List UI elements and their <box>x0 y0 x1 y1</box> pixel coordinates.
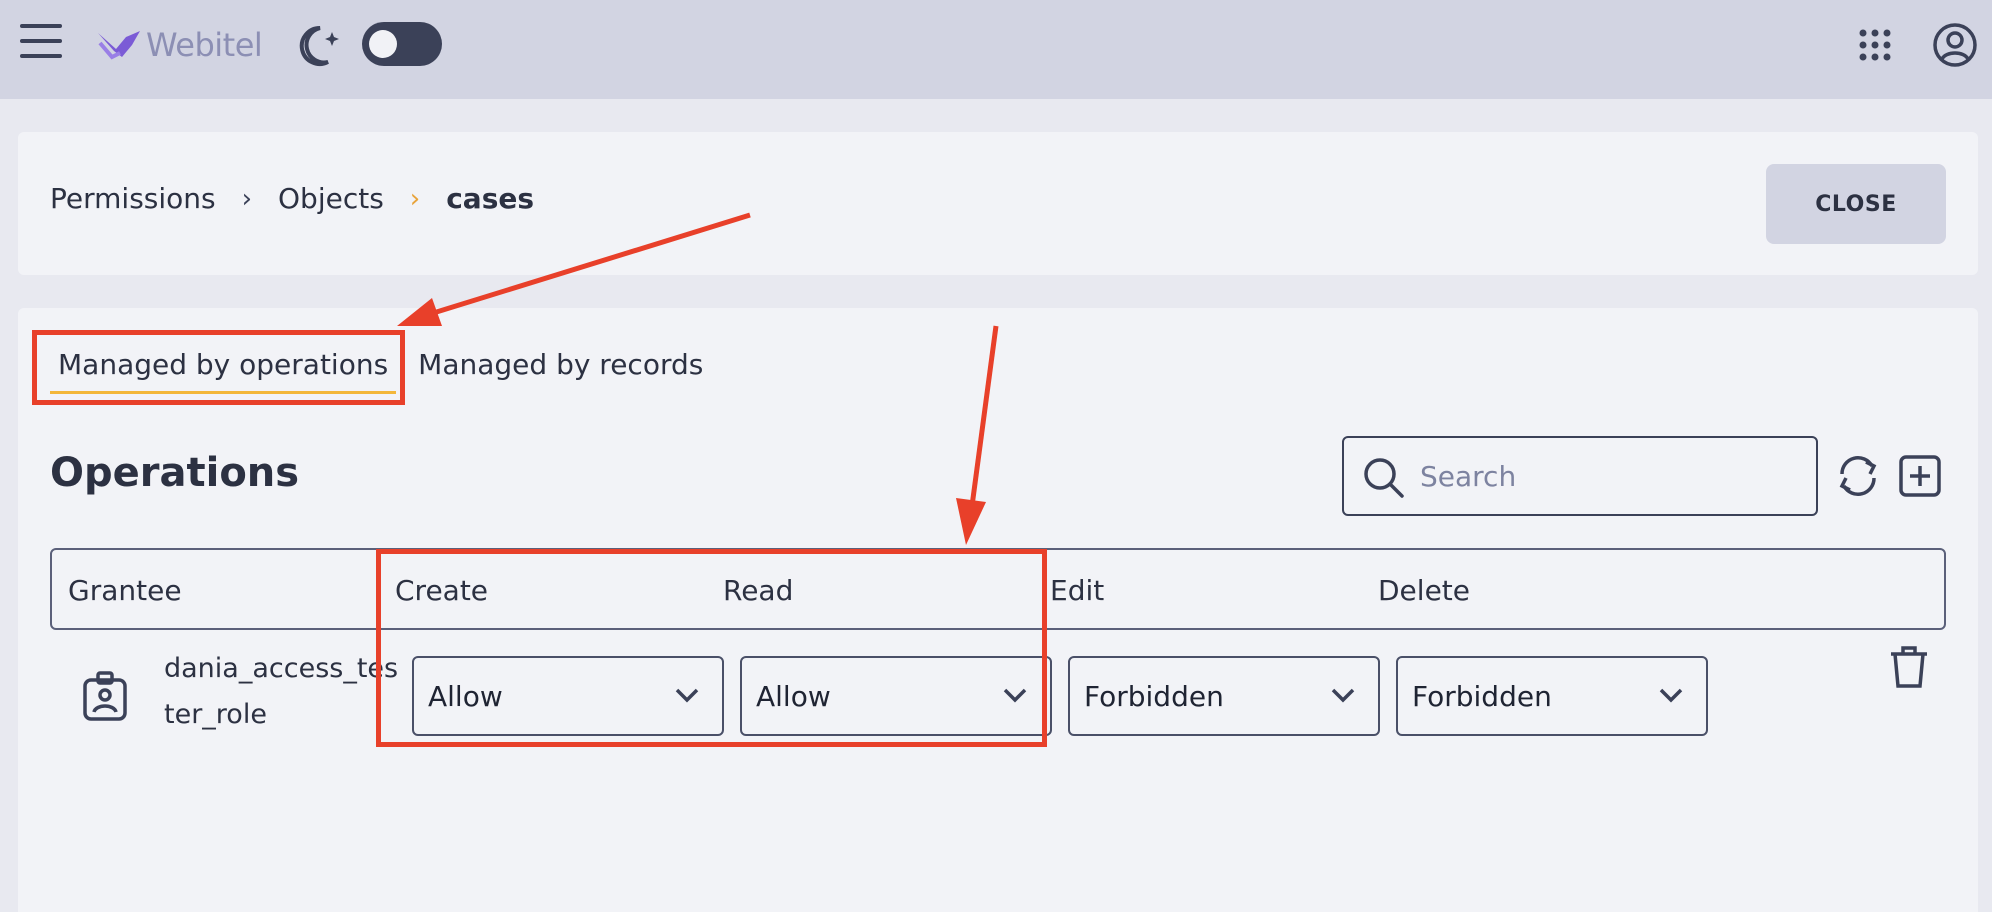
chevron-down-icon <box>1331 688 1355 703</box>
table-header: Grantee Create Read Edit Delete <box>50 548 1946 630</box>
delete-select[interactable]: Forbidden <box>1396 656 1708 736</box>
header-card: Permissions › Objects › cases CLOSE <box>18 132 1978 275</box>
table-row: dania_access_tester_role Allow Allow For… <box>50 642 1946 742</box>
breadcrumb-current: cases <box>446 182 535 215</box>
theme-toggle[interactable] <box>362 22 442 66</box>
edit-select[interactable]: Forbidden <box>1068 656 1380 736</box>
grantee-name: dania_access_tester_role <box>164 653 399 730</box>
column-grantee[interactable]: Grantee <box>68 574 182 607</box>
delete-select-value: Forbidden <box>1412 680 1552 713</box>
tabs: Managed by operations Managed by records <box>50 342 711 402</box>
add-icon[interactable] <box>1898 454 1942 498</box>
account-icon[interactable] <box>1932 22 1978 68</box>
tab-managed-by-operations[interactable]: Managed by operations <box>50 342 397 398</box>
create-select[interactable]: Allow <box>412 656 724 736</box>
breadcrumb-separator: › <box>241 183 253 214</box>
column-read[interactable]: Read <box>723 574 793 607</box>
breadcrumb-permissions[interactable]: Permissions <box>50 182 216 215</box>
column-edit[interactable]: Edit <box>1050 574 1104 607</box>
chevron-down-icon <box>1003 688 1027 703</box>
column-create[interactable]: Create <box>395 574 488 607</box>
column-delete[interactable]: Delete <box>1378 574 1470 607</box>
refresh-icon[interactable] <box>1834 452 1882 500</box>
chevron-down-icon <box>675 688 699 703</box>
search-field[interactable] <box>1342 436 1818 516</box>
logo-icon <box>98 31 140 60</box>
breadcrumb-separator: › <box>409 183 421 214</box>
edit-select-value: Forbidden <box>1084 680 1224 713</box>
breadcrumb: Permissions › Objects › cases <box>50 182 534 215</box>
tab-managed-by-records[interactable]: Managed by records <box>410 342 711 398</box>
read-select[interactable]: Allow <box>740 656 1052 736</box>
search-input[interactable] <box>1420 452 1800 500</box>
hamburger-icon[interactable] <box>20 24 64 64</box>
apps-grid-icon[interactable] <box>1858 28 1892 62</box>
logo-text: Webitel <box>146 26 263 64</box>
read-select-value: Allow <box>756 680 831 713</box>
chevron-down-icon <box>1659 688 1683 703</box>
top-bar: Webitel <box>0 0 1992 99</box>
role-badge-icon <box>83 671 127 721</box>
breadcrumb-objects[interactable]: Objects <box>278 182 384 215</box>
search-icon <box>1364 458 1404 498</box>
main-card: Managed by operations Managed by records… <box>18 308 1978 912</box>
toggle-knob <box>369 30 397 58</box>
create-select-value: Allow <box>428 680 503 713</box>
logo[interactable]: Webitel <box>96 22 263 68</box>
close-button[interactable]: CLOSE <box>1766 164 1946 244</box>
section-title: Operations <box>50 450 300 496</box>
trash-icon[interactable] <box>1888 644 1930 690</box>
moon-icon <box>299 25 339 66</box>
